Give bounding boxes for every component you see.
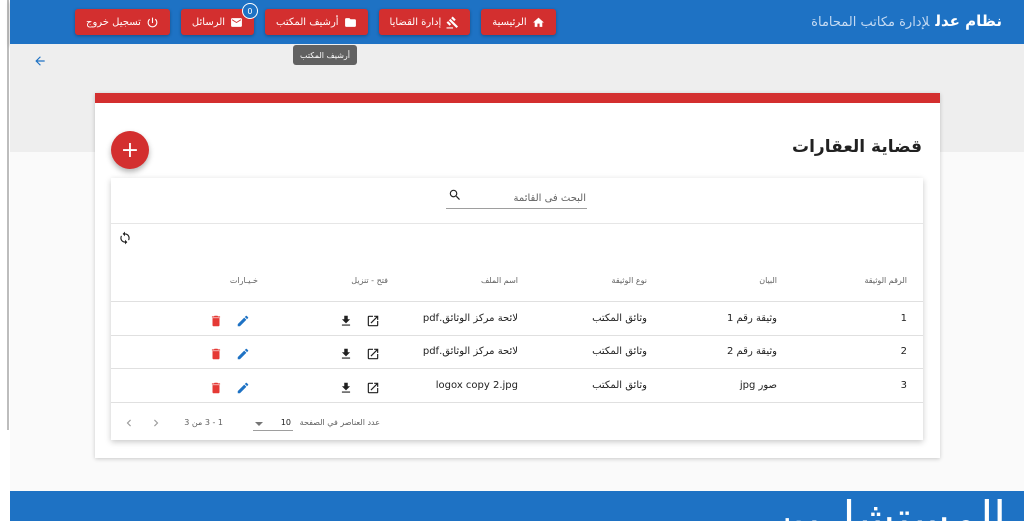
header-divider [111,301,923,302]
add-icon: + [120,137,140,163]
folder-icon [344,17,356,27]
page-size-select[interactable]: 10 [253,415,293,431]
home-icon [532,17,544,27]
back-button[interactable] [32,54,48,68]
open-in-new-icon [367,348,379,360]
case-card: + قضاية العقارات الرقم الوثيقة البيان نو… [95,93,940,458]
row-description: صور jpg [739,380,777,391]
pencil-icon [237,382,249,394]
download-file-button[interactable] [339,313,353,327]
brand[interactable]: نظام عدل لإدارة مكاتب المحاماة [811,11,1002,30]
column-header-doc-number[interactable]: الرقم الوثيقة [864,276,907,285]
open-file-button[interactable] [366,380,380,394]
row-file-name: لائحة مركز الوثائق.pdf [422,346,518,357]
row-doc-number: 1 [900,313,907,324]
refresh-icon [120,231,130,245]
mail-icon [231,17,242,27]
column-header-options: خـيـارات [229,276,258,285]
page-title: قضاية العقارات [792,137,922,157]
edit-button[interactable] [236,346,250,360]
previous-page-button[interactable] [122,415,136,429]
nav-archive-button[interactable]: أرشيف المكتب [265,9,368,35]
nav-home-label: الرئيسية [492,16,527,28]
column-header-open-download[interactable]: فتح - تنزيل [351,276,388,285]
trash-icon [211,382,221,394]
download-icon [341,382,351,393]
items-per-page-label: عدد العناصر في الصفحة [299,418,380,427]
gavel-icon [446,16,459,28]
row-doc-number: 2 [900,346,907,357]
documents-panel: الرقم الوثيقة البيان نوع الوثيقة اسم الم… [111,178,923,440]
card-accent-stripe [95,93,940,103]
edit-button[interactable] [236,380,250,394]
download-file-button[interactable] [339,346,353,360]
arrow-back-icon [35,56,45,66]
next-page-button[interactable] [149,415,163,429]
search-icon[interactable] [448,187,462,201]
page-size-value: 10 [280,418,291,427]
nav-messages-label: الرسائل [191,16,226,28]
download-file-button[interactable] [339,380,353,394]
trash-icon [211,315,221,327]
row-description: وثيقة رقم 2 [726,346,777,357]
row-divider [111,368,923,369]
column-header-doc-type[interactable]: نوع الوثيقة [612,276,647,285]
panel-divider [111,223,923,224]
add-document-button[interactable]: + [111,131,149,169]
row-file-name: logox copy 2.jpg [435,380,518,391]
chevron-right-icon [154,419,159,427]
nav-messages-button[interactable]: الرسائل 0 [180,3,258,35]
scrollbar[interactable] [7,0,9,430]
messages-count-badge: 0 [241,3,258,19]
page-range: 1 - 3 من 3 [184,418,223,427]
nav-logout-label: تسجيل خروج [86,16,141,28]
row-doc-type: وثائق المكتب [592,346,647,357]
refresh-button[interactable] [118,230,132,245]
pencil-icon [237,348,249,360]
row-doc-type: وثائق المكتب [592,380,647,391]
download-icon [341,315,351,326]
power-icon [147,17,158,27]
row-description: وثيقة رقم 1 [726,313,777,324]
row-divider [111,335,923,336]
nav-menu: الرئيسية إدارة القضايا أرشيف المكتب الرس… [75,3,556,35]
chevron-left-icon [126,419,131,427]
advisors-heading: المستشارين [772,491,1006,521]
row-doc-type: وثائق المكتب [592,313,647,324]
caret-down-icon [255,422,263,426]
search-field [446,186,587,209]
pencil-icon [237,315,249,327]
trash-icon [211,348,221,360]
delete-button[interactable] [209,346,223,360]
edit-button[interactable] [236,313,250,327]
open-file-button[interactable] [366,313,380,327]
download-icon [341,348,351,359]
row-divider [111,402,923,403]
nav-home-button[interactable]: الرئيسية [481,9,556,35]
nav-cases-label: إدارة القضايا [389,16,442,28]
brand-subtitle: لإدارة مكاتب المحاماة [811,15,930,30]
advisors-section: المستشارين [10,491,1024,521]
delete-button[interactable] [209,313,223,327]
nav-logout-button[interactable]: تسجيل خروج [75,9,170,35]
open-in-new-icon [367,315,379,327]
row-file-name: لائحة مركز الوثائق.pdf [422,313,518,324]
top-navbar: نظام عدل لإدارة مكاتب المحاماة الرئيسية إ… [10,0,1024,44]
row-doc-number: 3 [900,380,907,391]
brand-name: نظام عدل [935,12,1002,30]
nav-cases-button[interactable]: إدارة القضايا [378,9,471,35]
delete-button[interactable] [209,380,223,394]
nav-archive-label: أرشيف المكتب [276,16,339,28]
open-in-new-icon [367,382,379,394]
column-header-description[interactable]: البيان [759,276,777,285]
column-header-file-name[interactable]: اسم الملف [481,276,518,285]
search-input[interactable] [468,189,586,207]
open-file-button[interactable] [366,346,380,360]
archive-tooltip: أرشيف المكتب [293,45,357,65]
